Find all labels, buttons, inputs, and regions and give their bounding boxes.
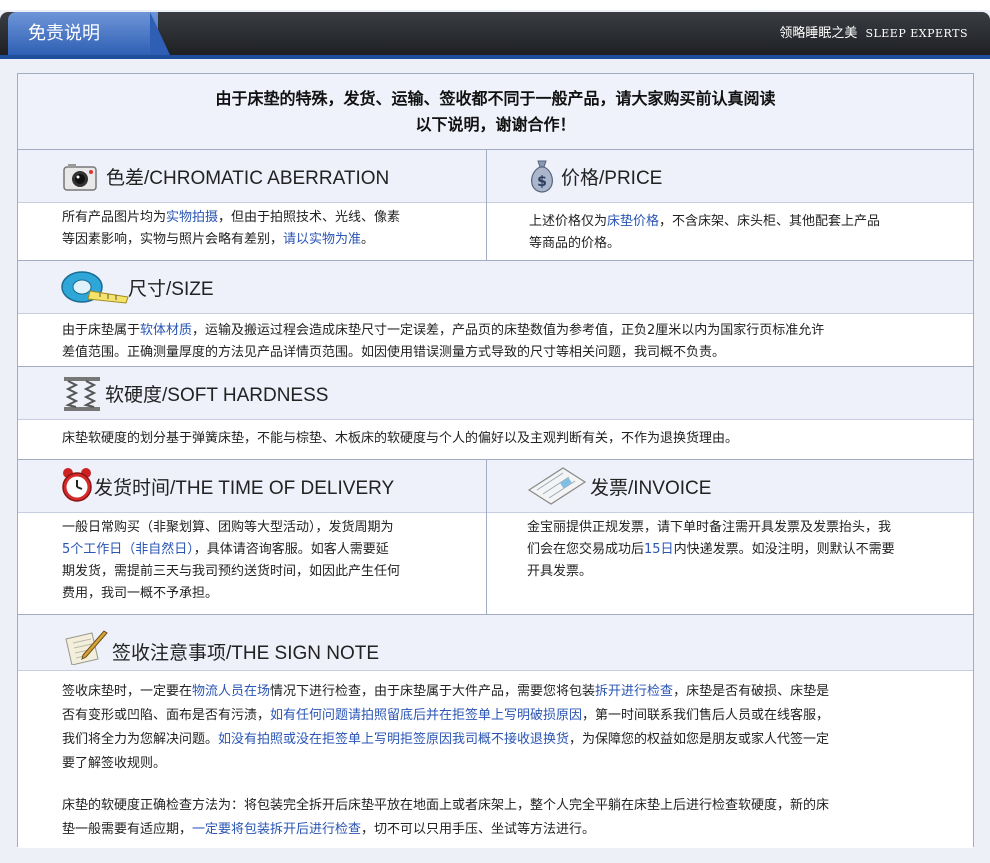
slogan-cn: 领略睡眠之美	[779, 26, 858, 41]
text-span: ，具体请咨询客服。如客人需要延	[193, 542, 389, 557]
svg-text:$: $	[537, 174, 547, 190]
text-span: ，不含床架、床头柜、其他配套上产品	[659, 214, 881, 229]
page-title-tab: 免责说明	[8, 12, 158, 55]
section-body: 签收床垫时，一定要在物流人员在场情况下进行检查，由于床垫属于大件产品，需要您将包…	[18, 671, 973, 848]
text-span: 由于床垫属于	[62, 323, 141, 338]
text-line: 差值范围。正确测量厚度的方法见产品详情页范围。如因使用错误测量方式导致的尺寸等相…	[62, 345, 726, 360]
row-chromatic-price: 色差/CHROMATIC ABERRATION 所有产品图片均为实物拍摄，但由于…	[18, 150, 973, 261]
section-sign-note: 签收注意事项/THE SIGN NOTE 签收床垫时，一定要在物流人员在场情况下…	[18, 615, 973, 848]
section-chromatic: 色差/CHROMATIC ABERRATION 所有产品图片均为实物拍摄，但由于…	[18, 150, 487, 260]
section-header: 发货时间/THE TIME OF DELIVERY	[18, 460, 486, 513]
section-title: 软硬度/SOFT HARDNESS	[105, 385, 329, 406]
camera-icon	[63, 164, 97, 191]
section-body: 由于床垫属于软体材质，运输及搬运过程会造成床垫尺寸一定误差，产品页的床垫数值为参…	[18, 314, 973, 366]
text-span: 签收床垫时，一定要在	[62, 684, 193, 699]
text-span: 情况下进行检查，由于床垫属于大件产品，需要您将包装	[270, 684, 596, 699]
section-header: 色差/CHROMATIC ABERRATION	[18, 150, 486, 203]
text-span: 所有产品图片均为	[62, 210, 167, 225]
section-size: 尺寸/SIZE 由于床垫属于软体材质，运输及搬运过程会造成床垫尺寸一定误差，产品…	[18, 261, 973, 367]
document-pen-icon	[65, 630, 108, 665]
text-line: 否有变形或凹陷、面布是否有污渍，如有任何问题请拍照留底后并在拒签单上写明破损原因…	[62, 705, 829, 727]
row-delivery-invoice: 发货时间/THE TIME OF DELIVERY 一般日常购买（非聚划算、团购…	[18, 460, 973, 615]
brand-slogan: 领略睡眠之美 SLEEP EXPERTS	[779, 12, 968, 55]
section-hardness: 软硬度/SOFT HARDNESS 床垫软硬度的划分基于弹簧床垫，不能与棕垫、木…	[18, 367, 973, 460]
highlight-text: 如没有拍照或没在拒签单上写明拒签原因我司概不接收退换货	[218, 732, 570, 747]
alarm-clock-icon	[62, 468, 92, 502]
text-line: 费用，我司一概不予承担。	[62, 586, 219, 601]
tape-measure-icon	[61, 271, 129, 304]
text-line: 垫一般需要有适应期，一定要将包装拆开后进行检查，切不可以只用手压、坐试等方法进行…	[62, 819, 595, 841]
text-line: 金宝丽提供正规发票，请下单时备注需开具发票及发票抬头，我	[527, 520, 892, 535]
highlight-text: 软体材质	[140, 323, 193, 338]
section-header: $ 价格/PRICE	[487, 150, 973, 203]
highlight-text: 如有任何问题请拍照留底后并在拒签单上写明破损原因	[270, 708, 583, 723]
text-span: ，为保障您的权益如您是朋友或家人代签一定	[569, 732, 830, 747]
text-line: 床垫软硬度的划分基于弹簧床垫，不能与棕垫、木板床的软硬度与个人的偏好以及主观判断…	[62, 431, 739, 446]
intro-line-1: 由于床垫的特殊，发货、运输、签收都不同于一般产品，请大家购买前认真阅读	[215, 89, 776, 108]
intro-notice: 由于床垫的特殊，发货、运输、签收都不同于一般产品，请大家购买前认真阅读 以下说明…	[18, 74, 973, 150]
section-delivery: 发货时间/THE TIME OF DELIVERY 一般日常购买（非聚划算、团购…	[18, 460, 487, 614]
text-line: 等因素影响，实物与照片会略有差别，请以实物为准。	[62, 229, 374, 251]
text-line: 一般日常购买（非聚划算、团购等大型活动），发货周期为	[62, 520, 394, 535]
money-bag-icon: $	[531, 160, 553, 193]
intro-line-2: 以下说明，谢谢合作！	[415, 115, 576, 134]
text-line: 我们将全力为您解决问题。如没有拍照或没在拒签单上写明拒签原因我司概不接收退换货，…	[62, 729, 829, 751]
highlight-text: 实物拍摄	[166, 210, 219, 225]
text-span: 上述价格仅为	[529, 214, 608, 229]
section-body: 床垫软硬度的划分基于弹簧床垫，不能与棕垫、木板床的软硬度与个人的偏好以及主观判断…	[18, 420, 973, 459]
text-span: ，床垫是否有破损、床垫是	[673, 684, 830, 699]
section-title: 签收注意事项/THE SIGN NOTE	[112, 643, 380, 664]
section-body: 金宝丽提供正规发票，请下单时备注需开具发票及发票抬头，我 们会在您交易成功后15…	[487, 513, 973, 614]
text-line: 床垫的软硬度正确检查方法为：将包装完全拆开后床垫平放在地面上或者床架上，整个人完…	[62, 798, 830, 813]
highlight-text: 请以实物为准	[283, 232, 362, 247]
text-line: 要了解签收规则。	[62, 756, 167, 771]
spring-icon	[64, 377, 100, 411]
text-line: 期发货，需提前三天与我司预约送货时间，如因此产生任何	[62, 564, 401, 579]
text-span: 等因素影响，实物与照片会略有差别，	[62, 232, 284, 247]
text-line: 签收床垫时，一定要在物流人员在场情况下进行检查，由于床垫属于大件产品，需要您将包…	[62, 681, 829, 703]
text-span: 垫一般需要有适应期，	[62, 822, 193, 837]
header-rule	[0, 55, 990, 59]
text-line: 5个工作日（非自然日），具体请咨询客服。如客人需要延	[62, 539, 389, 561]
text-span: 。	[361, 232, 375, 247]
highlight-text: 5个工作日（非自然日）	[62, 542, 194, 557]
text-span: ，但由于拍照技术、光线、像素	[218, 210, 401, 225]
text-span: 内快递发票。如没注明，则默认不需要	[673, 542, 895, 557]
invoice-icon	[527, 467, 587, 505]
text-span: 们会在您交易成功后	[527, 542, 645, 557]
highlight-text: 床垫价格	[607, 214, 660, 229]
text-line: 等商品的价格。	[529, 236, 621, 251]
section-body: 所有产品图片均为实物拍摄，但由于拍照技术、光线、像素 等因素影响，实物与照片会略…	[18, 203, 486, 260]
highlight-text: 物流人员在场	[192, 684, 271, 699]
section-title: 发票/INVOICE	[590, 478, 712, 499]
section-title: 色差/CHROMATIC ABERRATION	[106, 168, 390, 189]
highlight-text: 15日	[644, 542, 674, 557]
text-line: 所有产品图片均为实物拍摄，但由于拍照技术、光线、像素	[62, 207, 400, 229]
section-header: 签收注意事项/THE SIGN NOTE	[18, 615, 973, 671]
section-header: 尺寸/SIZE	[18, 261, 973, 314]
section-title: 发货时间/THE TIME OF DELIVERY	[94, 478, 395, 499]
text-line: 开具发票。	[527, 564, 593, 579]
text-span: ，运输及搬运过程会造成床垫尺寸一定误差，产品页的床垫数值为参考值，正负2厘米以内…	[192, 323, 825, 338]
highlight-text: 一定要将包装拆开后进行检查	[192, 822, 362, 837]
text-span: 我们将全力为您解决问题。	[62, 732, 219, 747]
section-title: 价格/PRICE	[561, 168, 663, 189]
slogan-en: SLEEP EXPERTS	[865, 27, 968, 40]
text-line: 们会在您交易成功后15日内快递发票。如没注明，则默认不需要	[527, 539, 895, 561]
section-invoice: 发票/INVOICE 金宝丽提供正规发票，请下单时备注需开具发票及发票抬头，我 …	[487, 460, 973, 614]
section-body: 一般日常购买（非聚划算、团购等大型活动），发货周期为 5个工作日（非自然日），具…	[18, 513, 486, 614]
disclaimer-panel: 由于床垫的特殊，发货、运输、签收都不同于一般产品，请大家购买前认真阅读 以下说明…	[17, 73, 974, 848]
section-header: 发票/INVOICE	[487, 460, 973, 513]
section-body: 上述价格仅为床垫价格，不含床架、床头柜、其他配套上产品 等商品的价格。	[487, 203, 973, 260]
highlight-text: 拆开进行检查	[595, 684, 674, 699]
section-header: 软硬度/SOFT HARDNESS	[18, 367, 973, 420]
text-line: 由于床垫属于软体材质，运输及搬运过程会造成床垫尺寸一定误差，产品页的床垫数值为参…	[62, 320, 824, 342]
text-span: ，切不可以只用手压、坐试等方法进行。	[361, 822, 596, 837]
section-title: 尺寸/SIZE	[128, 279, 214, 300]
text-line: 上述价格仅为床垫价格，不含床架、床头柜、其他配套上产品	[529, 211, 880, 233]
tab-slant-decoration	[150, 12, 170, 55]
text-span: 否有变形或凹陷、面布是否有污渍，	[62, 708, 271, 723]
section-price: $ 价格/PRICE 上述价格仅为床垫价格，不含床架、床头柜、其他配套上产品 等…	[487, 150, 973, 260]
text-span: ，第一时间联系我们售后人员或在线客服，	[582, 708, 830, 723]
